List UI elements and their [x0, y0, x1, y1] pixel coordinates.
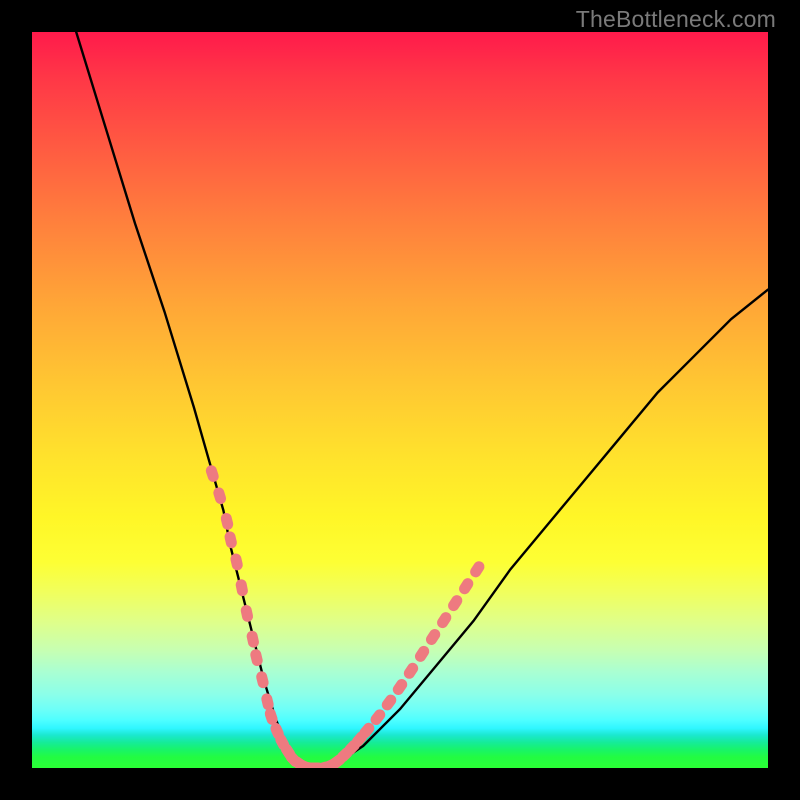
curve-marker — [220, 512, 235, 531]
curve-marker — [204, 464, 220, 484]
curve-marker — [380, 692, 399, 712]
curve-marker — [457, 576, 475, 596]
watermark-label: TheBottleneck.com — [576, 6, 776, 33]
plot-area — [32, 32, 768, 768]
curve-marker — [413, 644, 431, 664]
curve-marker — [446, 593, 464, 613]
curve-marker — [212, 486, 228, 505]
curve-marker — [424, 627, 442, 647]
chart-frame: TheBottleneck.com — [0, 0, 800, 800]
matched-range-right — [313, 559, 487, 768]
curve-marker — [246, 630, 260, 649]
curve-marker — [235, 578, 249, 597]
curve-marker — [402, 661, 421, 681]
curve-marker — [223, 530, 238, 549]
chart-svg — [32, 32, 768, 768]
curve-marker — [249, 648, 264, 667]
curve-marker — [435, 610, 453, 630]
curve-marker — [255, 670, 270, 689]
curve-marker — [391, 677, 410, 697]
curve-marker — [240, 604, 254, 623]
curve-marker — [468, 559, 486, 579]
